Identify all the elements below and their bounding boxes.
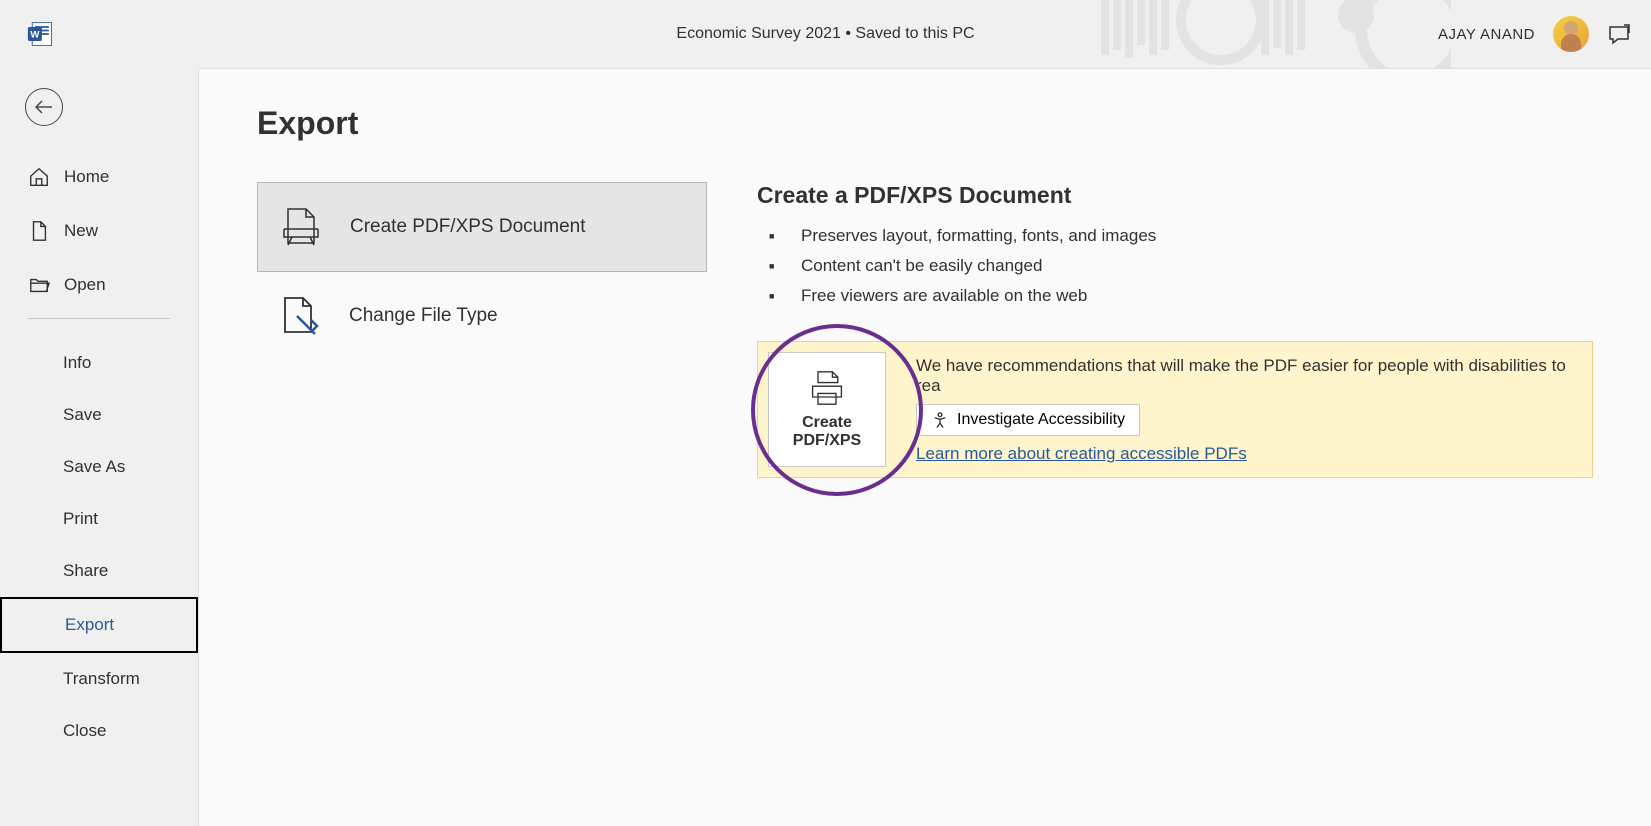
nav-info[interactable]: Info: [0, 337, 198, 389]
create-btn-line2: PDF/XPS: [793, 432, 861, 450]
nav-label: Save As: [63, 457, 125, 477]
nav-divider: [28, 318, 170, 319]
back-button[interactable]: [25, 88, 63, 126]
nav-open[interactable]: Open: [0, 258, 198, 312]
accessibility-notice: Create PDF/XPS We have recommendations t…: [757, 341, 1593, 478]
investigate-accessibility-button[interactable]: Investigate Accessibility: [916, 404, 1140, 436]
nav-label: Open: [64, 275, 106, 295]
page-title: Export: [257, 105, 1593, 142]
detail-section: Create a PDF/XPS Document Preserves layo…: [757, 182, 1593, 478]
folder-icon: [28, 274, 50, 296]
export-option-pdf-xps[interactable]: Create PDF/XPS Document: [257, 182, 707, 272]
nav-label: Home: [64, 167, 109, 187]
nav-transform[interactable]: Transform: [0, 653, 198, 705]
nav-label: Save: [63, 405, 102, 425]
export-option-change-type[interactable]: Change File Type: [257, 272, 707, 360]
svg-text:W: W: [30, 30, 40, 41]
nav-save[interactable]: Save: [0, 389, 198, 441]
nav-label: New: [64, 221, 98, 241]
detail-bullet: Preserves layout, formatting, fonts, and…: [769, 221, 1593, 251]
nav-label: Export: [65, 615, 114, 635]
word-app-icon: W: [27, 20, 55, 48]
create-pdf-xps-button[interactable]: Create PDF/XPS: [768, 352, 886, 467]
pdf-document-icon: [278, 207, 322, 247]
export-option-label: Create PDF/XPS Document: [350, 216, 585, 238]
export-options-list: Create PDF/XPS Document Change File Type: [257, 182, 707, 478]
create-btn-line1: Create: [793, 414, 861, 432]
nav-print[interactable]: Print: [0, 493, 198, 545]
accessibility-icon: [931, 411, 949, 429]
nav-home[interactable]: Home: [0, 150, 198, 204]
nav-new[interactable]: New: [0, 204, 198, 258]
nav-export[interactable]: Export: [0, 597, 198, 653]
comments-icon[interactable]: [1607, 22, 1631, 46]
detail-title: Create a PDF/XPS Document: [757, 182, 1593, 209]
nav-close[interactable]: Close: [0, 705, 198, 757]
detail-bullet: Content can't be easily changed: [769, 251, 1593, 281]
nav-label: Share: [63, 561, 108, 581]
detail-bullets: Preserves layout, formatting, fonts, and…: [757, 221, 1593, 311]
document-icon: [28, 220, 50, 242]
detail-bullet: Free viewers are available on the web: [769, 281, 1593, 311]
user-section: AJAY ANAND: [1438, 16, 1631, 52]
user-name: AJAY ANAND: [1438, 26, 1535, 43]
investigate-label: Investigate Accessibility: [957, 411, 1125, 429]
nav-label: Close: [63, 721, 106, 741]
accessibility-message: We have recommendations that will make t…: [916, 356, 1582, 396]
nav-save-as[interactable]: Save As: [0, 441, 198, 493]
content-area: Export Create PDF/XPS Document C: [198, 68, 1651, 826]
change-file-icon: [277, 296, 321, 336]
export-option-label: Change File Type: [349, 305, 498, 327]
backstage-sidebar: Home New Open Info Save Save As Print: [0, 68, 198, 826]
nav-label: Transform: [63, 669, 140, 689]
nav-label: Info: [63, 353, 91, 373]
nav-label: Print: [63, 509, 98, 529]
user-avatar[interactable]: [1553, 16, 1589, 52]
nav-share[interactable]: Share: [0, 545, 198, 597]
title-bar: W Economic Survey 2021 • Saved to this P…: [0, 0, 1651, 68]
decorative-pattern: [1101, 0, 1451, 68]
learn-more-link[interactable]: Learn more about creating accessible PDF…: [916, 444, 1247, 463]
home-icon: [28, 166, 50, 188]
printer-icon: [807, 370, 847, 406]
